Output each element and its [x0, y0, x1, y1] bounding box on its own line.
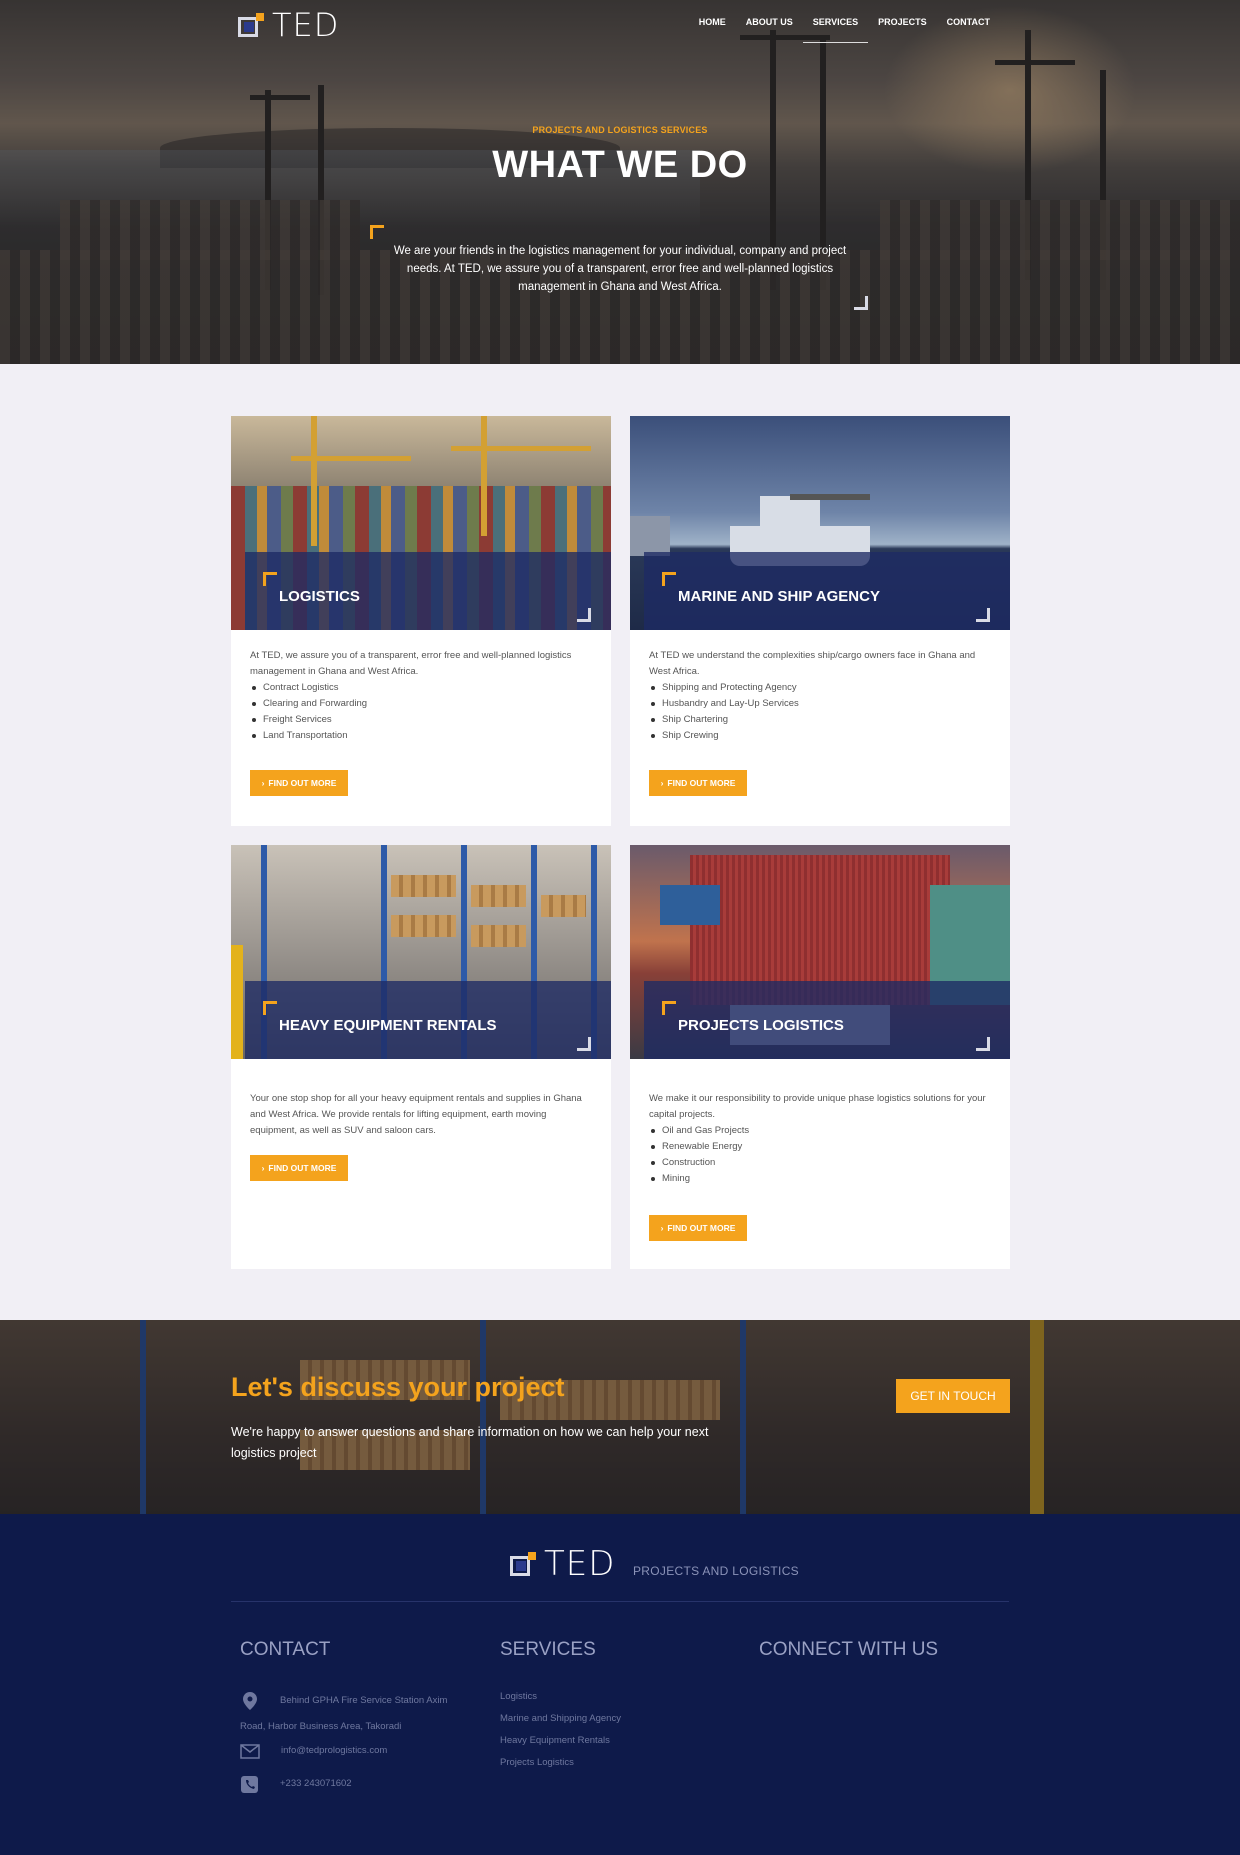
hero-section: TED HOME ABOUT US SERVICES PROJECTS CONT… [0, 0, 1240, 364]
card-title: MARINE AND SHIP AGENCY [678, 588, 880, 605]
corner-accent-icon [662, 572, 676, 586]
card-body: At TED we understand the complexities sh… [649, 648, 994, 744]
top-navigation: TED HOME ABOUT US SERVICES PROJECTS CONT… [0, 0, 1240, 48]
find-out-more-button[interactable]: › FIND OUT MORE [649, 1215, 747, 1241]
connect-heading: CONNECT WITH US [759, 1639, 939, 1660]
list-item: Ship Crewing [649, 728, 994, 744]
logo-text: TED [544, 1544, 616, 1584]
card-list: Oil and Gas Projects Renewable Energy Co… [649, 1123, 994, 1187]
chevron-right-icon: › [261, 778, 265, 788]
card-list: Contract Logistics Clearing and Forwardi… [250, 680, 595, 744]
card-intro: We make it our responsibility to provide… [649, 1093, 986, 1120]
footer-link-projects-logistics[interactable]: Projects Logistics [500, 1752, 621, 1774]
site-logo[interactable]: TED [238, 6, 339, 44]
button-label: FIND OUT MORE [667, 1223, 736, 1233]
list-item: Land Transportation [250, 728, 595, 744]
phone-number[interactable]: +233 243071602 [280, 1775, 352, 1793]
card-body: Your one stop shop for all your heavy eq… [250, 1091, 595, 1139]
nav-contact[interactable]: CONTACT [937, 17, 1000, 39]
footer-service-links: Logistics Marine and Shipping Agency Hea… [500, 1686, 621, 1774]
service-card-marine: MARINE AND SHIP AGENCY At TED we underst… [630, 416, 1010, 826]
card-intro: Your one stop shop for all your heavy eq… [250, 1093, 582, 1136]
list-item: Construction [649, 1155, 994, 1171]
corner-accent-icon [577, 608, 591, 622]
card-body: We make it our responsibility to provide… [649, 1091, 994, 1187]
list-item: Freight Services [250, 712, 595, 728]
logo-text: TED [272, 6, 340, 44]
corner-accent-icon [263, 572, 277, 586]
card-title-panel: PROJECTS LOGISTICS [644, 981, 1010, 1059]
footer-tagline: PROJECTS AND LOGISTICS [633, 1564, 799, 1578]
corner-accent-icon [263, 1001, 277, 1015]
corner-accent-icon [976, 608, 990, 622]
address-line-2: Road, Harbor Business Area, Takoradi [240, 1721, 402, 1732]
list-item: Contract Logistics [250, 680, 595, 696]
list-item: Renewable Energy [649, 1139, 994, 1155]
hero-description: We are your friends in the logistics man… [393, 245, 847, 293]
button-label: FIND OUT MORE [667, 778, 736, 788]
nav-home[interactable]: HOME [689, 17, 736, 39]
logo-icon [510, 1550, 540, 1578]
contact-heading: CONTACT [240, 1639, 331, 1660]
card-body: At TED, we assure you of a transparent, … [250, 648, 595, 744]
list-item: Shipping and Protecting Agency [649, 680, 994, 696]
chevron-right-icon: › [261, 1163, 265, 1173]
list-item: Mining [649, 1171, 994, 1187]
corner-accent-icon [854, 296, 868, 310]
card-title-panel: HEAVY EQUIPMENT RENTALS [245, 981, 611, 1059]
footer-divider [231, 1601, 1009, 1602]
card-intro: At TED we understand the complexities sh… [649, 650, 976, 677]
envelope-icon [240, 1744, 260, 1759]
footer-link-marine[interactable]: Marine and Shipping Agency [500, 1708, 621, 1730]
nav-about-us[interactable]: ABOUT US [736, 17, 803, 39]
service-card-logistics: LOGISTICS At TED, we assure you of a tra… [231, 416, 611, 826]
find-out-more-button[interactable]: › FIND OUT MORE [250, 770, 348, 796]
button-label: FIND OUT MORE [268, 778, 337, 788]
corner-accent-icon [662, 1001, 676, 1015]
service-card-heavy-equipment: HEAVY EQUIPMENT RENTALS Your one stop sh… [231, 845, 611, 1269]
card-title-panel: MARINE AND SHIP AGENCY [644, 552, 1010, 630]
logo-icon [238, 11, 268, 39]
address-line-1: Behind GPHA Fire Service Station Axim [280, 1695, 448, 1706]
footer: TED PROJECTS AND LOGISTICS CONTACT SERVI… [0, 1514, 1240, 1855]
list-item: Oil and Gas Projects [649, 1123, 994, 1139]
list-item: Ship Chartering [649, 712, 994, 728]
phone-icon [241, 1776, 258, 1793]
button-label: FIND OUT MORE [268, 1163, 337, 1173]
card-list: Shipping and Protecting Agency Husbandry… [649, 680, 994, 744]
footer-link-logistics[interactable]: Logistics [500, 1686, 621, 1708]
nav-projects[interactable]: PROJECTS [868, 17, 937, 39]
page-title: WHAT WE DO [492, 144, 748, 186]
service-card-projects-logistics: PROJECTS LOGISTICS We make it our respon… [630, 845, 1010, 1269]
main-menu: HOME ABOUT US SERVICES PROJECTS CONTACT [689, 17, 1000, 43]
footer-logo[interactable]: TED [510, 1544, 615, 1584]
card-intro: At TED, we assure you of a transparent, … [250, 650, 572, 677]
cta-section: Let's discuss your project We're happy t… [0, 1320, 1240, 1514]
list-item: Husbandry and Lay-Up Services [649, 696, 994, 712]
chevron-right-icon: › [660, 778, 664, 788]
location-pin-icon [243, 1692, 257, 1710]
chevron-right-icon: › [660, 1223, 664, 1233]
card-title: PROJECTS LOGISTICS [678, 1017, 844, 1034]
email-link[interactable]: info@tedprologistics.com [281, 1742, 387, 1760]
card-title: HEAVY EQUIPMENT RENTALS [279, 1017, 497, 1034]
find-out-more-button[interactable]: › FIND OUT MORE [250, 1155, 348, 1181]
services-heading: SERVICES [500, 1639, 596, 1660]
corner-accent-icon [577, 1037, 591, 1051]
cta-text: We're happy to answer questions and shar… [231, 1425, 709, 1460]
list-item: Clearing and Forwarding [250, 696, 595, 712]
corner-accent-icon [976, 1037, 990, 1051]
hero-subtitle: PROJECTS AND LOGISTICS SERVICES [532, 125, 708, 135]
footer-link-heavy-equipment[interactable]: Heavy Equipment Rentals [500, 1730, 621, 1752]
cta-title: Let's discuss your project [231, 1372, 565, 1402]
get-in-touch-button[interactable]: GET IN TOUCH [896, 1379, 1010, 1413]
card-title-panel: LOGISTICS [245, 552, 611, 630]
corner-accent-icon [370, 225, 384, 239]
nav-services[interactable]: SERVICES [802, 17, 869, 43]
find-out-more-button[interactable]: › FIND OUT MORE [649, 770, 747, 796]
card-title: LOGISTICS [279, 588, 360, 605]
